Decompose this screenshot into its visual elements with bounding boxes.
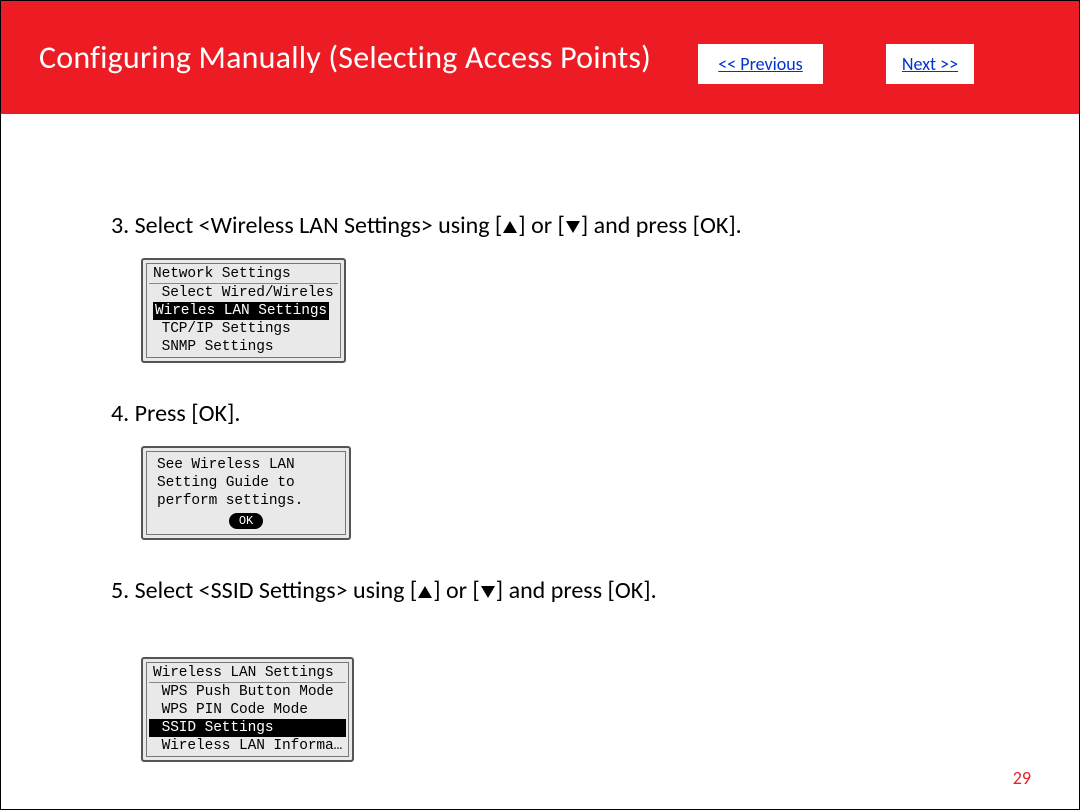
next-button[interactable]: Next >> bbox=[886, 44, 974, 84]
lcd1-row-4: SNMP Settings bbox=[149, 338, 338, 356]
step-5-post: ] and press [OK]. bbox=[496, 576, 657, 605]
lcd2-ok-wrap: OK bbox=[153, 510, 339, 530]
step-3-post: ] and press [OK]. bbox=[581, 211, 742, 240]
lcd1-row-1: Select Wired/Wireles bbox=[149, 284, 338, 302]
step-4: 4. Press [OK]. bbox=[111, 399, 240, 428]
lcd-inner: See Wireless LAN Setting Guide to perfor… bbox=[146, 451, 346, 535]
up-arrow-icon bbox=[418, 586, 432, 598]
lcd2-ok-button: OK bbox=[229, 513, 263, 529]
up-arrow-icon bbox=[503, 221, 517, 233]
lcd1-row-3: TCP/IP Settings bbox=[149, 320, 338, 338]
lcd-screen-guide: See Wireless LAN Setting Guide to perfor… bbox=[141, 446, 351, 540]
lcd-inner: Network Settings Select Wired/Wireles Wi… bbox=[146, 263, 341, 358]
lcd3-title: Wireless LAN Settings bbox=[149, 664, 346, 683]
previous-button[interactable]: << Previous bbox=[698, 44, 823, 84]
step-5-mid: ] or [ bbox=[433, 576, 480, 605]
lcd-inner: Wireless LAN Settings WPS Push Button Mo… bbox=[146, 662, 349, 757]
lcd1-title: Network Settings bbox=[149, 265, 338, 284]
lcd2-line-3: perform settings. bbox=[153, 492, 339, 510]
down-arrow-icon bbox=[566, 221, 580, 233]
lcd3-row-4: Wireless LAN Informa… bbox=[149, 737, 346, 755]
step-3-text: 3. Select <Wireless LAN Settings> using … bbox=[111, 211, 971, 240]
lcd2-line-1: See Wireless LAN bbox=[153, 456, 339, 474]
lcd3-row-selected: SSID Settings bbox=[149, 719, 346, 737]
lcd3-row-1: WPS Push Button Mode bbox=[149, 683, 346, 701]
down-arrow-icon bbox=[481, 586, 495, 598]
lcd2-line-2: Setting Guide to bbox=[153, 474, 339, 492]
content-area: 3. Select <Wireless LAN Settings> using … bbox=[111, 211, 971, 792]
lcd3-row-2: WPS PIN Code Mode bbox=[149, 701, 346, 719]
lcd-screen-network-settings: Network Settings Select Wired/Wireles Wi… bbox=[141, 258, 346, 363]
step-3-pre: 3. Select <Wireless LAN Settings> using … bbox=[111, 211, 502, 240]
slide: Configuring Manually (Selecting Access P… bbox=[0, 0, 1080, 810]
page-title: Configuring Manually (Selecting Access P… bbox=[39, 38, 651, 77]
lcd1-row-selected: Wireles LAN Settings bbox=[153, 302, 329, 320]
step-4-text: 4. Press [OK]. bbox=[111, 399, 971, 428]
step-5-text: 5. Select <SSID Settings> using [ ] or [… bbox=[111, 576, 971, 605]
page-number: 29 bbox=[1013, 767, 1031, 789]
step-5-pre: 5. Select <SSID Settings> using [ bbox=[111, 576, 417, 605]
step-3-mid: ] or [ bbox=[518, 211, 565, 240]
lcd-screen-wireless-settings: Wireless LAN Settings WPS Push Button Mo… bbox=[141, 657, 354, 762]
